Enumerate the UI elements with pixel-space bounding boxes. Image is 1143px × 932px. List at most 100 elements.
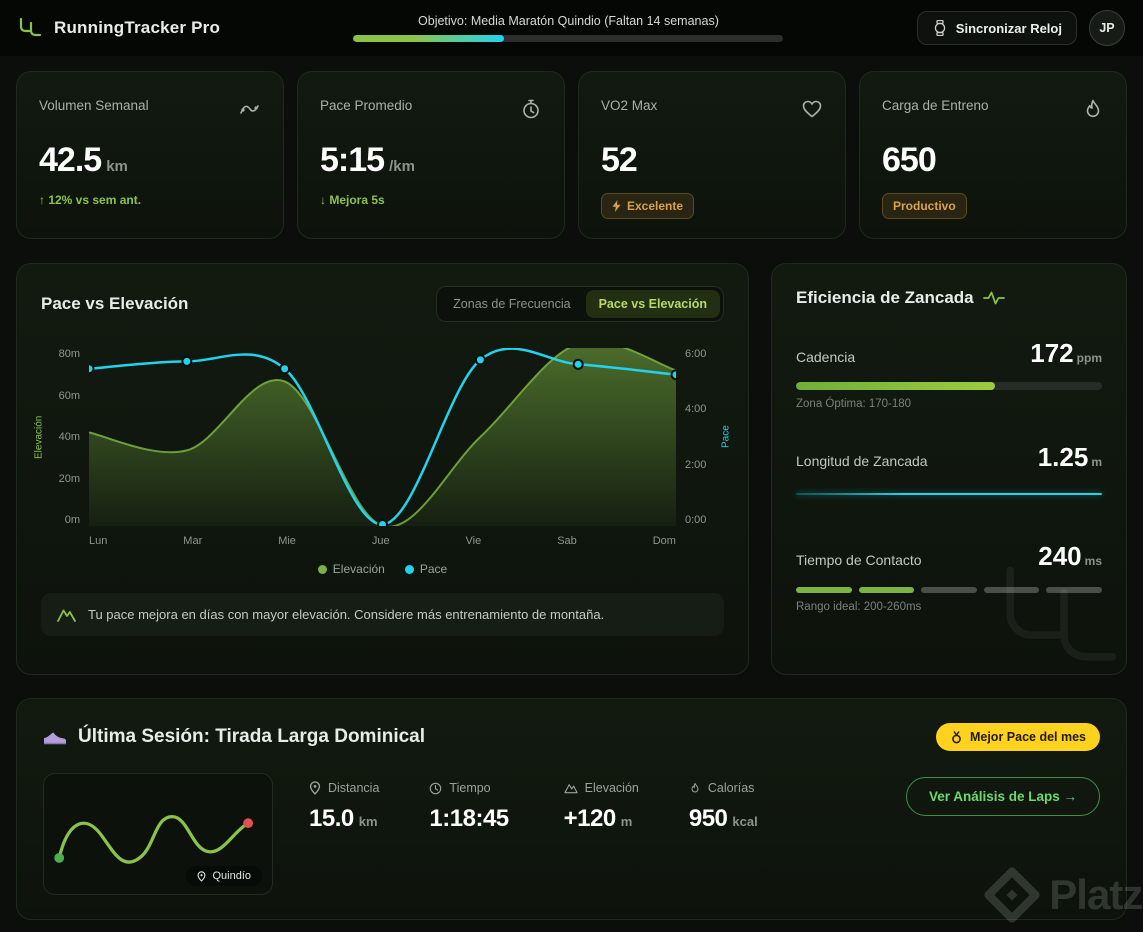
session-stats: Distancia 15.0 km Tiempo 1:18:45 Elevaci…: [309, 773, 758, 833]
dashboard: Volumen Semanal 42.5 km ↑ 12% vs sem ant…: [0, 56, 1143, 920]
insight-banner: Tu pace mejora en días con mayor elevaci…: [41, 593, 724, 636]
map-location-label: Quindío: [212, 870, 251, 882]
legend-item: Pace: [404, 562, 447, 576]
status-badge-label: Productivo: [893, 199, 956, 213]
stat-value: 650: [882, 141, 937, 179]
status-badge-load: Productivo: [882, 193, 967, 219]
chart-toggle-group: Zonas de Frecuencia Pace vs Elevación: [436, 286, 724, 322]
stride-efficiency-card: Eficiencia de Zancada Cadencia 172 ppm Zo…: [771, 263, 1127, 675]
map-location-tag: Quindío: [186, 866, 262, 886]
shoes-watermark-icon: [994, 559, 1126, 674]
medal-icon: [952, 730, 961, 743]
toggle-pace-elevation[interactable]: Pace vs Elevación: [585, 290, 720, 318]
metric-label: Tiempo de Contacto: [796, 552, 922, 568]
insight-text: Tu pace mejora en días con mayor elevaci…: [88, 607, 605, 622]
topbar: RunningTracker Pro Objetivo: Media Marat…: [0, 0, 1143, 56]
stat-unit: /km: [389, 158, 415, 175]
cadence-bar-fill: [796, 382, 995, 390]
stat-unit: km: [106, 158, 128, 175]
best-pace-badge: Mejor Pace del mes: [935, 723, 1100, 751]
session-stat-unit: km: [358, 814, 378, 829]
route-map-preview[interactable]: Quindío: [43, 773, 273, 895]
goal-progress-fill: [353, 35, 504, 42]
stat-card-training-load: Carga de Entreno 650 Productivo: [859, 71, 1127, 239]
route-icon: [239, 98, 261, 125]
flame-icon: [1082, 98, 1104, 125]
watch-icon: [934, 20, 946, 36]
stat-value: 5:15: [320, 141, 385, 179]
goal-text: Objetivo: Media Maratón Quindio (Faltan …: [418, 14, 719, 28]
session-stat-unit: m: [620, 814, 633, 829]
stopwatch-icon: [520, 98, 542, 125]
metric-unit: ppm: [1076, 351, 1102, 365]
best-pace-badge-label: Mejor Pace del mes: [969, 730, 1086, 744]
right-axis-ticks: 6:00 4:00 2:00 0:00: [685, 348, 707, 526]
left-axis-ticks: 80m 60m 40m 20m 0m: [58, 348, 80, 526]
stride-title: Eficiencia de Zancada: [796, 288, 974, 307]
stat-delta: ↓ Mejora 5s: [320, 193, 385, 207]
chart-legend: Elevación Pace: [31, 562, 734, 576]
session-stat-label: Distancia: [328, 781, 380, 795]
chart-plot: [89, 348, 676, 526]
chart-title: Pace vs Elevación: [41, 294, 189, 313]
metric-value: 1.25: [1037, 442, 1089, 472]
legend-item: Elevación: [317, 562, 385, 576]
stat-label: Volumen Semanal: [39, 98, 149, 113]
app-logo: RunningTracker Pro: [18, 17, 220, 39]
running-shoes-icon: [19, 17, 42, 37]
stat-card-weekly-volume: Volumen Semanal 42.5 km ↑ 12% vs sem ant…: [16, 71, 284, 239]
metric-value: 172: [1030, 338, 1074, 368]
session-title: Última Sesión: Tirada Larga Dominical: [78, 726, 426, 747]
stat-delta: ↑ 12% vs sem ant.: [39, 193, 142, 207]
metric-cadence: Cadencia 172 ppm Zona Óptima: 170-180: [796, 338, 1102, 410]
stat-card-vo2max: VO2 Max 52 Excelente: [578, 71, 846, 239]
session-stat-label: Tiempo: [449, 781, 491, 795]
heart-icon: [801, 98, 823, 125]
x-axis-ticks: Lun Mar Mie Jue Vie Sab Dom: [89, 535, 676, 547]
session-stat-time: Tiempo 1:18:45: [429, 781, 513, 833]
metric-stride-length: Longitud de Zancada 1.25 m: [796, 442, 1102, 495]
pin-icon: [309, 781, 321, 795]
mountain-icon: [564, 784, 578, 794]
clock-icon: [430, 782, 442, 794]
session-stat-value: 15.0: [309, 805, 354, 832]
session-stat-label: Elevación: [584, 781, 639, 795]
stat-label: Carga de Entreno: [882, 98, 989, 113]
session-stat-elevation: Elevación +120 m: [564, 781, 639, 833]
pace-elevation-chart: [89, 348, 676, 526]
cadence-bar-track: [796, 382, 1102, 390]
bolt-icon: [612, 200, 621, 212]
topbar-actions: Sincronizar Reloj JP: [916, 10, 1125, 46]
session-stat-value: 1:18:45: [429, 805, 509, 832]
metric-unit: m: [1091, 455, 1102, 469]
status-badge-vo2: Excelente: [601, 193, 695, 219]
stat-label: VO2 Max: [601, 98, 658, 113]
stat-card-average-pace: Pace Promedio 5:15 /km ↓ Mejora 5s: [297, 71, 565, 239]
session-stat-distance: Distancia 15.0 km: [309, 781, 379, 833]
pace-elevation-card: Pace vs Elevación Zonas de Frecuencia Pa…: [16, 263, 749, 675]
last-session-card: Última Sesión: Tirada Larga Dominical Me…: [16, 698, 1127, 920]
user-avatar[interactable]: JP: [1088, 10, 1125, 46]
flame-icon: [691, 782, 699, 793]
metric-label: Cadencia: [796, 349, 856, 365]
stat-value: 52: [601, 141, 638, 179]
status-badge-label: Excelente: [627, 199, 684, 213]
stat-value: 42.5: [39, 141, 102, 179]
session-stat-value: 950: [688, 805, 728, 832]
sync-watch-button[interactable]: Sincronizar Reloj: [916, 11, 1077, 45]
pin-icon: [198, 870, 206, 882]
pulse-icon: [982, 291, 1005, 305]
metric-caption: Zona Óptima: 170-180: [796, 398, 912, 410]
session-stat-calories: Calorías 950 kcal: [689, 781, 758, 833]
sync-watch-label: Sincronizar Reloj: [955, 20, 1062, 36]
mountain-insight-icon: [57, 609, 76, 622]
app-title: RunningTracker Pro: [54, 18, 221, 37]
shoe-icon: [44, 732, 66, 745]
session-stat-unit: kcal: [732, 814, 758, 829]
view-laps-button[interactable]: Ver Análisis de Laps →: [905, 777, 1100, 816]
chart-area: Elevación 80m 60m 40m 20m 0m 6:00 4:00 2:00 0:0…: [17, 322, 748, 576]
goal-progress: Objetivo: Media Maratón Quindio (Faltan …: [353, 14, 784, 42]
stats-row: Volumen Semanal 42.5 km ↑ 12% vs sem ant…: [16, 71, 1127, 239]
left-axis-title: Elevación: [33, 415, 45, 459]
toggle-heart-zones[interactable]: Zonas de Frecuencia: [440, 290, 583, 318]
